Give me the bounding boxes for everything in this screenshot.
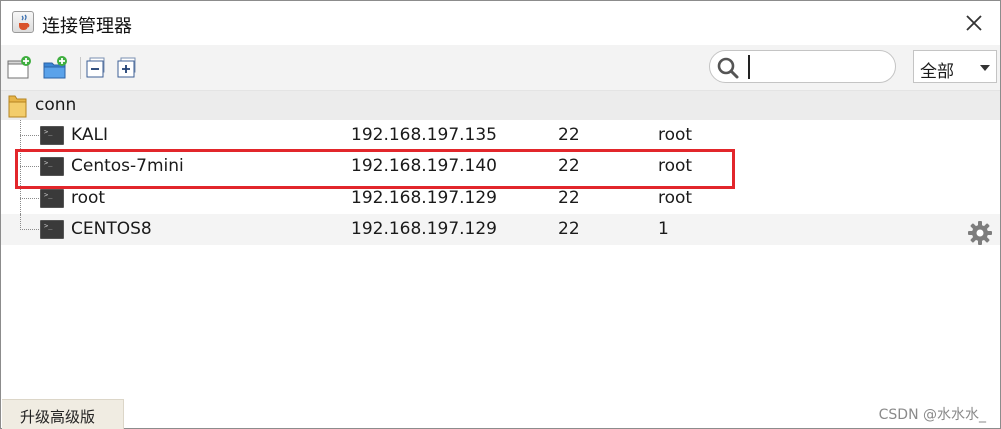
collapse-all-icon[interactable] xyxy=(85,55,111,81)
connection-host: 192.168.197.135 xyxy=(351,125,498,145)
tree-connector xyxy=(20,166,39,167)
connection-port: 22 xyxy=(558,125,580,145)
upgrade-label: 升级高级版 xyxy=(20,408,96,426)
connection-port: 22 xyxy=(558,156,580,176)
window-title: 连接管理器 xyxy=(42,16,132,37)
connection-user: 1 xyxy=(658,219,669,239)
title-bar: 连接管理器 xyxy=(1,1,1000,45)
connection-host: 192.168.197.129 xyxy=(351,219,498,239)
table-row[interactable]: >_ CENTOS8 192.168.197.129 22 1 xyxy=(1,214,1000,245)
connection-host: 192.168.197.140 xyxy=(351,156,498,176)
tree-connector xyxy=(20,214,21,230)
table-row[interactable]: >_ KALI 192.168.197.135 22 root xyxy=(1,120,1000,151)
upgrade-button[interactable]: 升级高级版 xyxy=(2,399,124,429)
java-cup-icon xyxy=(12,11,34,33)
terminal-icon: >_ xyxy=(40,126,64,145)
connection-host: 192.168.197.129 xyxy=(351,188,498,208)
folder-icon xyxy=(7,93,29,123)
tree-connector xyxy=(20,135,39,136)
toolbar: 全部 xyxy=(1,45,1000,91)
connection-user: root xyxy=(658,188,693,208)
group-label: conn xyxy=(35,95,77,115)
filter-select[interactable]: 全部 xyxy=(913,50,997,83)
connection-manager-window: 连接管理器 全部 conn >_ KALI 192.168.197.135 22… xyxy=(0,0,1001,429)
tree-connector xyxy=(20,229,39,230)
connection-user: root xyxy=(658,156,693,176)
new-folder-icon[interactable] xyxy=(43,55,69,81)
close-icon[interactable] xyxy=(962,11,986,35)
connection-name: CENTOS8 xyxy=(71,219,152,239)
expand-all-icon[interactable] xyxy=(116,55,142,81)
terminal-icon: >_ xyxy=(40,157,64,176)
connection-name: Centos-7mini xyxy=(71,156,184,176)
terminal-icon: >_ xyxy=(40,189,64,208)
chevron-down-icon xyxy=(980,65,990,71)
filter-selected-value: 全部 xyxy=(920,62,954,82)
connection-port: 22 xyxy=(558,219,580,239)
new-connection-icon[interactable] xyxy=(7,55,33,81)
connection-name: KALI xyxy=(71,125,108,145)
search-icon[interactable] xyxy=(716,56,740,84)
connection-user: root xyxy=(658,125,693,145)
connection-port: 22 xyxy=(558,188,580,208)
search-input[interactable] xyxy=(748,55,888,79)
tree-connector xyxy=(20,198,39,199)
watermark: CSDN @水水水_ xyxy=(878,407,986,423)
tree-group-conn[interactable]: conn xyxy=(1,91,1000,120)
terminal-icon: >_ xyxy=(40,220,64,239)
connection-name: root xyxy=(71,188,106,208)
toolbar-separator xyxy=(80,57,81,79)
gear-icon[interactable] xyxy=(967,220,993,250)
table-row[interactable]: >_ root 192.168.197.129 22 root xyxy=(1,183,1000,214)
table-row[interactable]: >_ Centos-7mini 192.168.197.140 22 root xyxy=(1,151,1000,182)
search-field xyxy=(709,50,896,83)
